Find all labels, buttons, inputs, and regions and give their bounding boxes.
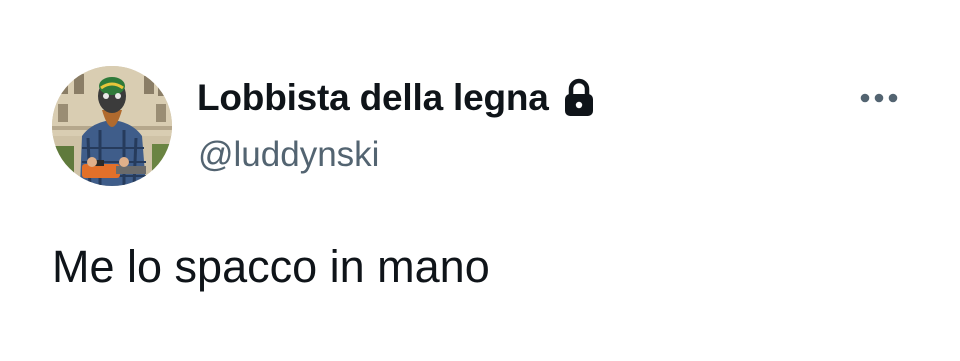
- display-name[interactable]: Lobbista della legna: [197, 77, 549, 119]
- more-horizontal-icon: [860, 93, 898, 103]
- avatar[interactable]: [52, 66, 172, 186]
- author-name-row: Lobbista della legna: [197, 76, 597, 120]
- avatar-image: [52, 66, 172, 186]
- more-options-button[interactable]: [852, 80, 906, 116]
- tweet-text: Me lo spacco in mano: [52, 241, 490, 292]
- username-handle[interactable]: @luddynski: [198, 135, 379, 175]
- tweet: Lobbista della legna @luddynski Me lo sp…: [0, 0, 960, 361]
- lock-icon: [561, 78, 597, 118]
